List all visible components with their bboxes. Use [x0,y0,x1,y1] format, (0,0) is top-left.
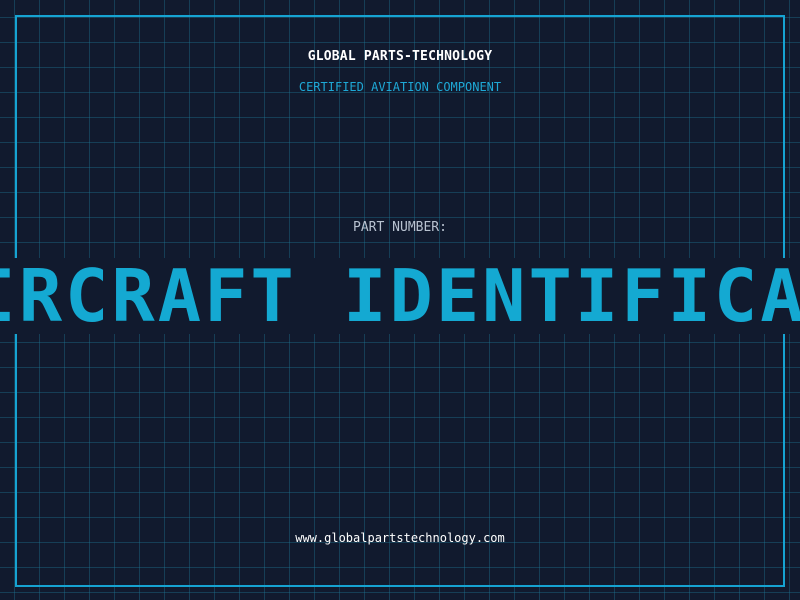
part-number-label: PART NUMBER: [353,220,447,235]
identification-banner: AIRCRAFT IDENTIFICATION [0,258,800,334]
company-name: GLOBAL PARTS-TECHNOLOGY [307,49,493,64]
banner-text: AIRCRAFT IDENTIFICATION [0,258,800,334]
certification-subtitle: CERTIFIED AVIATION COMPONENT [298,80,502,94]
website-url: www.globalpartstechnology.com [295,531,505,545]
label-canvas: GLOBAL PARTS-TECHNOLOGY CERTIFIED AVIATI… [0,0,800,600]
